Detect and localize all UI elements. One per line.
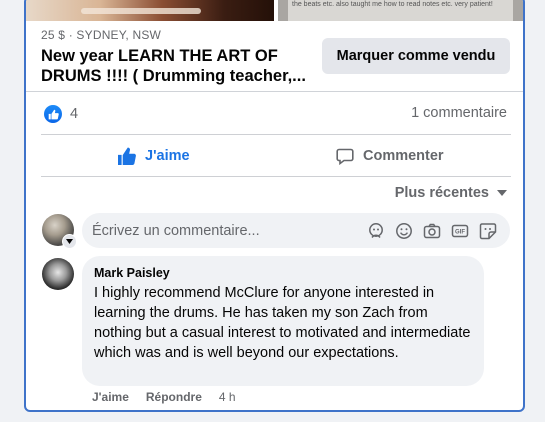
mark-as-sold-button[interactable]: Marquer comme vendu xyxy=(322,38,510,74)
thumbs-up-icon xyxy=(118,147,136,165)
photo-highlight xyxy=(81,8,201,14)
comment-count[interactable]: 1 commentaire xyxy=(411,105,507,121)
speech-bubble-icon xyxy=(336,148,354,165)
price-location: 25 $ · SYDNEY, NSW xyxy=(41,28,162,42)
like-button-label: J'aime xyxy=(145,148,190,164)
like-icon xyxy=(44,105,62,123)
sort-label: Plus récentes xyxy=(394,185,489,201)
comment-reply-link[interactable]: Répondre xyxy=(146,390,202,404)
avatar-sticker-icon[interactable] xyxy=(366,221,386,241)
camera-icon[interactable] xyxy=(422,221,442,241)
comment-button-label: Commenter xyxy=(363,148,444,164)
listing-title[interactable]: New year LEARN THE ART OF DRUMS !!!! ( D… xyxy=(41,46,326,86)
divider xyxy=(41,134,511,135)
listing-photo-1[interactable] xyxy=(26,0,274,21)
marketplace-post-card: the beats etc. also taught me how to rea… xyxy=(24,0,525,412)
listing-photos[interactable]: the beats etc. also taught me how to rea… xyxy=(26,0,523,21)
comment-timestamp[interactable]: 4 h xyxy=(219,390,236,404)
composer-icons: GIF xyxy=(358,221,498,241)
like-button[interactable]: J'aime xyxy=(118,143,190,169)
comment-sort-dropdown[interactable]: Plus récentes xyxy=(395,185,507,201)
photo-note-text: the beats etc. also taught me how to rea… xyxy=(288,0,513,21)
comment-bubble: Mark Paisley I highly recommend McClure … xyxy=(82,256,484,386)
sticker-icon[interactable] xyxy=(478,221,498,241)
comment-like-link[interactable]: J'aime xyxy=(92,390,129,404)
listing-title-line1: New year LEARN THE ART OF xyxy=(41,47,278,65)
comment-button[interactable]: Commenter xyxy=(336,143,444,169)
comment-input[interactable]: Écrivez un commentaire... GIF xyxy=(82,213,510,248)
commenter-avatar[interactable] xyxy=(42,258,74,290)
gif-icon[interactable]: GIF xyxy=(450,221,470,241)
listing-title-line2: DRUMS !!!! ( Drumming teacher,... xyxy=(41,67,306,85)
caret-down-icon xyxy=(497,190,507,196)
emoji-icon[interactable] xyxy=(394,221,414,241)
chevron-down-icon[interactable] xyxy=(62,234,77,249)
comment-input-placeholder: Écrivez un commentaire... xyxy=(92,222,260,239)
svg-text:GIF: GIF xyxy=(455,230,465,236)
listing-photo-2[interactable]: the beats etc. also taught me how to rea… xyxy=(278,0,523,21)
divider xyxy=(41,176,511,177)
current-user-avatar[interactable] xyxy=(42,214,77,249)
reaction-summary[interactable]: 4 xyxy=(44,105,78,123)
divider xyxy=(26,91,523,92)
comment-actions: J'aime Répondre 4 h xyxy=(92,390,236,404)
comment-text: I highly recommend McClure for anyone in… xyxy=(94,285,471,361)
reaction-count: 4 xyxy=(70,106,79,122)
comment-author[interactable]: Mark Paisley xyxy=(94,265,472,281)
